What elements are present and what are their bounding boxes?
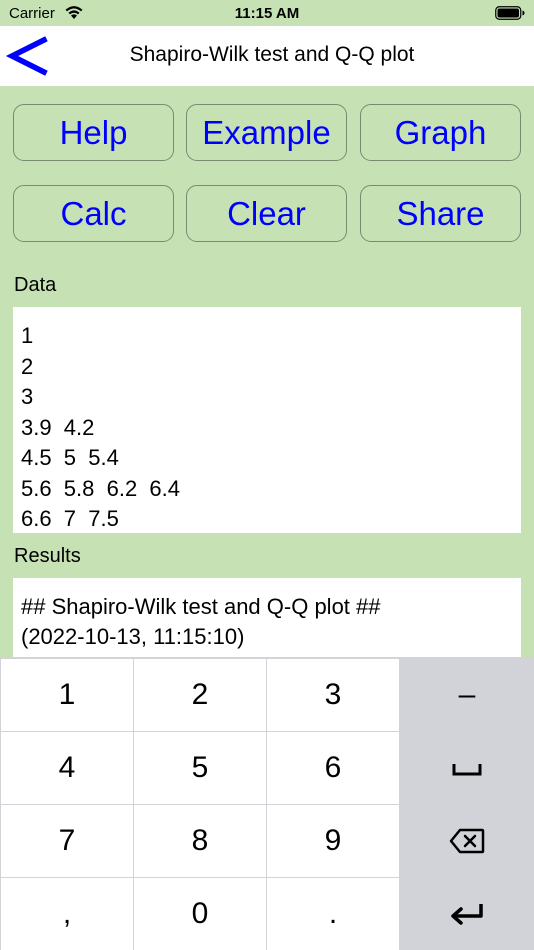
results-label: Results bbox=[14, 545, 81, 567]
status-bar: Carrier 11:15 AM bbox=[0, 0, 534, 26]
results-output[interactable]: ## Shapiro-Wilk test and Q-Q plot ## (20… bbox=[13, 578, 521, 660]
data-line: 3 bbox=[21, 384, 34, 409]
page-title: Shapiro-Wilk test and Q-Q plot bbox=[129, 43, 415, 66]
key-1[interactable]: 1 bbox=[1, 659, 133, 731]
key-space[interactable] bbox=[401, 732, 533, 804]
numeric-keyboard: 1 2 3 – 4 5 6 7 8 9 , 0 . bbox=[0, 657, 534, 950]
backspace-icon bbox=[449, 828, 485, 854]
key-period[interactable]: . bbox=[267, 878, 399, 950]
chevron-left-icon bbox=[5, 36, 48, 76]
calc-button[interactable]: Calc bbox=[13, 185, 174, 242]
data-input[interactable]: 1 2 3 3.9 4.2 4.5 5 5.4 5.6 5.8 6.2 6.4 … bbox=[13, 307, 521, 533]
key-9[interactable]: 9 bbox=[267, 805, 399, 877]
data-line: 2 bbox=[21, 353, 34, 379]
data-line: 1 bbox=[21, 323, 34, 348]
battery-icon bbox=[495, 6, 525, 24]
results-line: (2022-10-13, 11:15:10) bbox=[21, 624, 245, 649]
data-line: 5.6 5.8 6.2 6.4 bbox=[21, 475, 181, 501]
key-2[interactable]: 2 bbox=[134, 659, 266, 731]
graph-button[interactable]: Graph bbox=[360, 104, 521, 161]
key-delete[interactable] bbox=[401, 805, 533, 877]
key-3[interactable]: 3 bbox=[267, 659, 399, 731]
help-button[interactable]: Help bbox=[13, 104, 174, 161]
key-6[interactable]: 6 bbox=[267, 732, 399, 804]
data-line: 6.6 7 7.5 bbox=[21, 506, 119, 531]
status-time: 11:15 AM bbox=[234, 5, 300, 22]
return-icon bbox=[451, 904, 483, 925]
example-button[interactable]: Example bbox=[186, 104, 347, 161]
data-line: 3.9 4.2 bbox=[21, 414, 95, 440]
results-line: ## Shapiro-Wilk test and Q-Q plot ## bbox=[21, 594, 381, 619]
key-5[interactable]: 5 bbox=[134, 732, 266, 804]
share-button[interactable]: Share bbox=[360, 185, 521, 242]
nav-bar: Shapiro-Wilk test and Q-Q plot bbox=[0, 26, 534, 86]
key-4[interactable]: 4 bbox=[1, 732, 133, 804]
key-return[interactable] bbox=[401, 878, 533, 950]
key-7[interactable]: 7 bbox=[1, 805, 133, 877]
key-0[interactable]: 0 bbox=[134, 878, 266, 950]
data-line: 4.5 5 5.4 bbox=[21, 445, 119, 470]
space-icon bbox=[452, 764, 482, 776]
data-label: Data bbox=[14, 274, 57, 296]
clear-button[interactable]: Clear bbox=[186, 185, 347, 242]
key-8[interactable]: 8 bbox=[134, 805, 266, 877]
key-minus[interactable]: – bbox=[401, 659, 533, 731]
key-comma[interactable]: , bbox=[1, 878, 133, 950]
back-button[interactable] bbox=[4, 32, 52, 80]
